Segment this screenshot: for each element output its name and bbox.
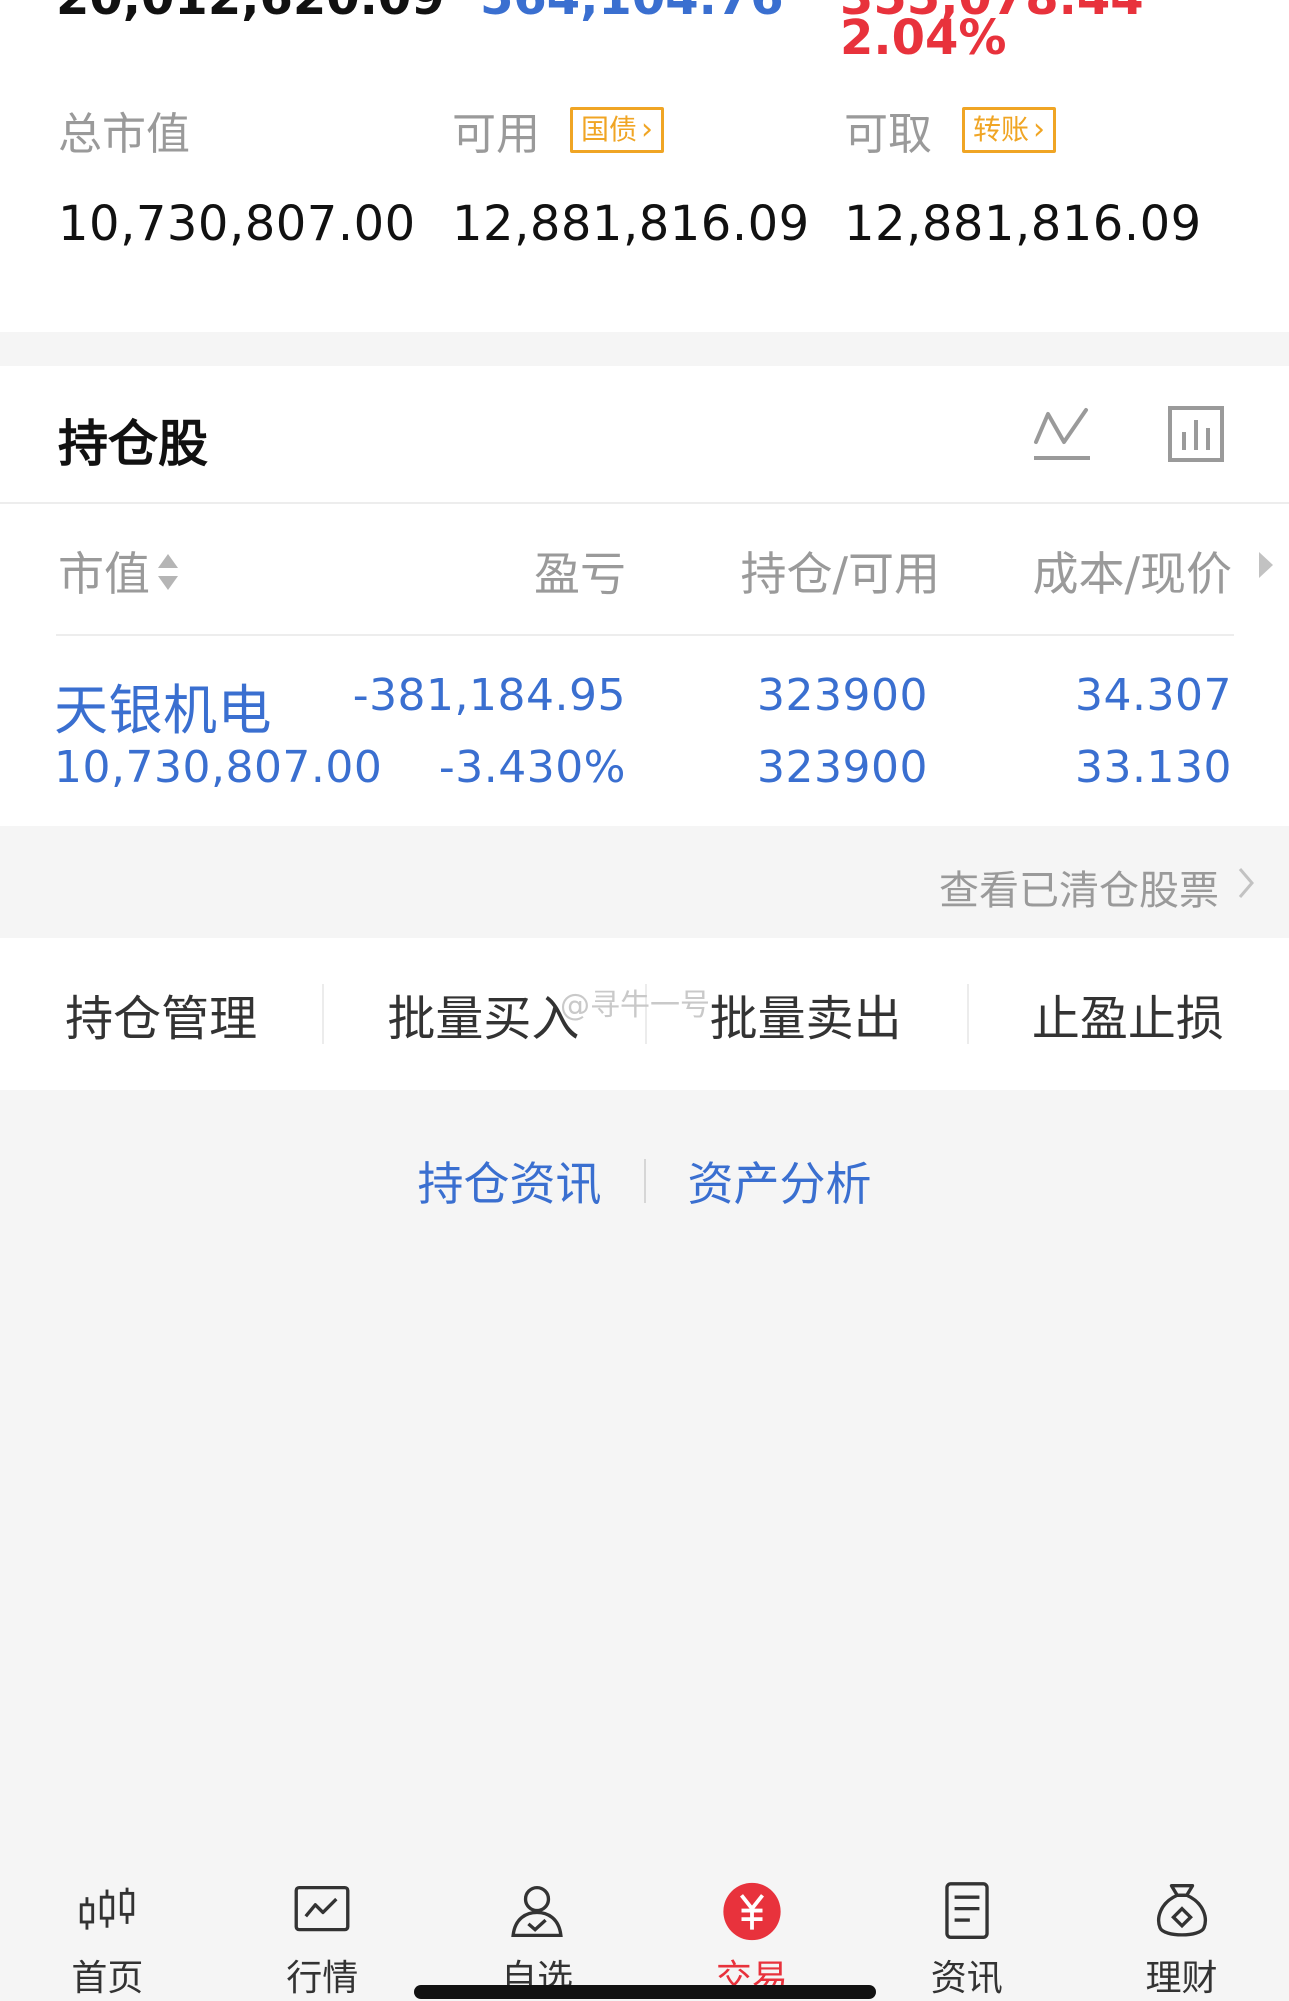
cut-off-values-row: 20,012,620.09 564,104.76 355,078.44 2.04… [0,0,1289,62]
column-header-cost-price: 成本/现价 [1032,547,1233,601]
money-bag-icon [1156,1884,1207,1937]
daily-pnl-value: 564,104.76 [480,0,784,22]
stock-name: 天银机电 [54,679,272,742]
user-check-icon [511,1885,563,1938]
market-value-header-label: 市值 [58,547,150,601]
available-label: 可用 [452,109,540,160]
tab-market[interactable]: 行情 [215,1862,430,2001]
asset-analysis-link[interactable]: 资产分析 [646,1148,914,1214]
chevron-right-icon: › [641,112,654,147]
position-news-link[interactable]: 持仓资讯 [376,1148,644,1214]
transfer-label: 转账 [973,113,1030,146]
document-icon [945,1882,989,1939]
column-header-pnl: 盈亏 [534,547,626,601]
total-market-value: 10,730,807.00 [58,196,416,252]
stock-pnl-percent: -3.430% [438,742,626,793]
total-assets-value: 20,012,620.09 [56,0,445,22]
positions-title: 持仓股 [58,415,208,473]
take-profit-stop-loss-button[interactable]: 止盈止损 [966,938,1289,1090]
yuan-icon [723,1882,781,1941]
tab-trade[interactable]: 交易 [644,1862,859,2001]
divider [0,502,1289,504]
total-market-value-block: 总市值 10,730,807.00 [58,100,416,252]
chevron-right-icon [1237,864,1255,910]
chart-window-icon [294,1885,350,1932]
sort-icon [156,550,180,605]
total-pnl-value: 355,078.44 2.04% [840,0,1144,66]
candlestick-icon [80,1887,135,1930]
tab-watchlist[interactable]: 自选 [430,1862,645,2001]
available-value: 12,881,816.09 [452,196,810,252]
tab-finance[interactable]: 理财 [1074,1862,1289,2001]
bottom-tab-bar: 首页 行情 自选 交易 资讯 理财 [0,1862,1289,2001]
stock-cost: 34.307 [1075,670,1232,721]
caret-right-icon[interactable] [1257,550,1275,584]
chevron-right-icon: › [1033,112,1046,147]
available-block: 可用 国债 › 12,881,816.09 [452,100,810,252]
view-cleared-stocks-link[interactable]: 查看已清仓股票 [939,858,1255,916]
watermark: @寻牛一号 [560,988,710,1023]
position-management-button[interactable]: 持仓管理 [0,938,322,1090]
line-chart-icon[interactable] [1030,402,1094,466]
analysis-links: 持仓资讯 资产分析 [0,1146,1289,1216]
tab-news[interactable]: 资讯 [859,1862,1074,2001]
stock-pnl: -381,184.95 [352,670,626,721]
positions-card: 持仓股 市值 盈亏 持仓/可用 成本/现价 天银机电 10,730,807.00… [0,366,1289,826]
tab-news-label: 资讯 [930,1958,1003,1999]
treasury-bond-label: 国债 [581,113,638,146]
tab-market-label: 行情 [286,1958,359,1999]
transfer-button[interactable]: 转账 › [962,107,1057,153]
withdrawable-block: 可取 转账 › 12,881,816.09 [844,100,1202,252]
tab-home[interactable]: 首页 [0,1862,215,2001]
treasury-bond-button[interactable]: 国债 › [570,107,665,153]
stock-holding: 323900 [757,670,928,721]
view-cleared-stocks-label: 查看已清仓股票 [939,868,1219,914]
table-row[interactable]: 天银机电 10,730,807.00 -381,184.95 -3.430% 3… [0,636,1289,826]
stock-available: 323900 [757,742,928,793]
home-indicator[interactable] [414,1985,876,1999]
stock-price: 33.130 [1075,742,1232,793]
tab-home-label: 首页 [71,1958,144,1999]
column-header-market-value[interactable]: 市值 [58,538,180,605]
tab-finance-label: 理财 [1145,1958,1218,1999]
withdrawable-value: 12,881,816.09 [844,196,1202,252]
total-market-value-label: 总市值 [58,109,190,160]
account-summary: 20,012,620.09 564,104.76 355,078.44 2.04… [0,0,1289,332]
withdrawable-label: 可取 [844,109,932,160]
bar-chart-icon[interactable] [1164,402,1228,466]
column-header-holding: 持仓/可用 [740,547,941,601]
